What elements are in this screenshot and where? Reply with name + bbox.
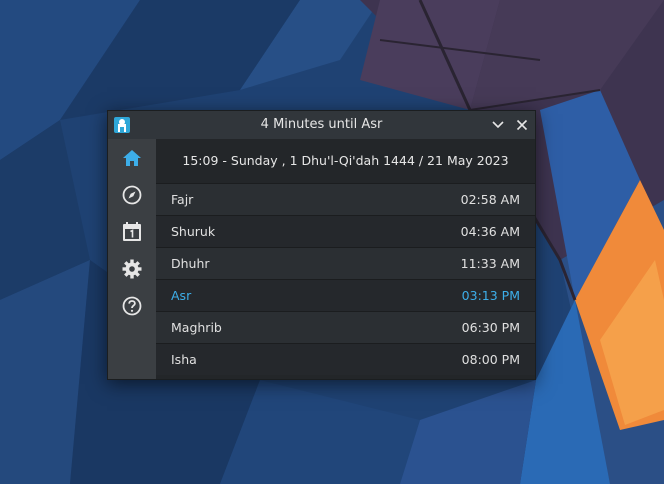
prayer-row-dhuhr[interactable]: Dhuhr 11:33 AM <box>156 247 535 279</box>
window-title: 4 Minutes until Asr <box>260 117 383 132</box>
prayer-time: 02:58 AM <box>460 192 520 207</box>
sidebar <box>108 139 156 379</box>
gear-icon[interactable] <box>121 258 143 280</box>
home-icon[interactable] <box>121 147 143 169</box>
prayer-name: Shuruk <box>171 224 216 239</box>
prayer-time: 08:00 PM <box>461 352 520 367</box>
prayer-time: 04:36 AM <box>460 224 520 239</box>
prayer-name: Fajr <box>171 192 194 207</box>
prayer-row-asr[interactable]: Asr 03:13 PM <box>156 279 535 311</box>
prayer-list: Fajr 02:58 AM Shuruk 04:36 AM Dhuhr 11:3… <box>156 183 535 375</box>
prayer-name: Isha <box>171 352 197 367</box>
calendar-icon[interactable] <box>121 221 143 243</box>
prayer-time: 03:13 PM <box>461 288 520 303</box>
chevron-down-icon[interactable] <box>489 116 507 134</box>
help-icon[interactable] <box>121 295 143 317</box>
prayer-row-isha[interactable]: Isha 08:00 PM <box>156 343 535 375</box>
close-icon[interactable] <box>513 116 531 134</box>
prayer-times-window: 4 Minutes until Asr 15:09 - Sunday , 1 D… <box>107 110 536 380</box>
prayer-name: Asr <box>171 288 192 303</box>
title-bar[interactable]: 4 Minutes until Asr <box>108 111 535 139</box>
prayer-time: 06:30 PM <box>461 320 520 335</box>
current-date-time: 15:09 - Sunday , 1 Dhu'l-Qi'dah 1444 / 2… <box>182 153 509 168</box>
prayer-row-fajr[interactable]: Fajr 02:58 AM <box>156 183 535 215</box>
prayer-time: 11:33 AM <box>460 256 520 271</box>
compass-icon[interactable] <box>121 184 143 206</box>
prayer-name: Dhuhr <box>171 256 210 271</box>
prayer-times-panel: 15:09 - Sunday , 1 Dhu'l-Qi'dah 1444 / 2… <box>156 139 535 379</box>
prayer-row-maghrib[interactable]: Maghrib 06:30 PM <box>156 311 535 343</box>
prayer-name: Maghrib <box>171 320 222 335</box>
prayer-row-shuruk[interactable]: Shuruk 04:36 AM <box>156 215 535 247</box>
